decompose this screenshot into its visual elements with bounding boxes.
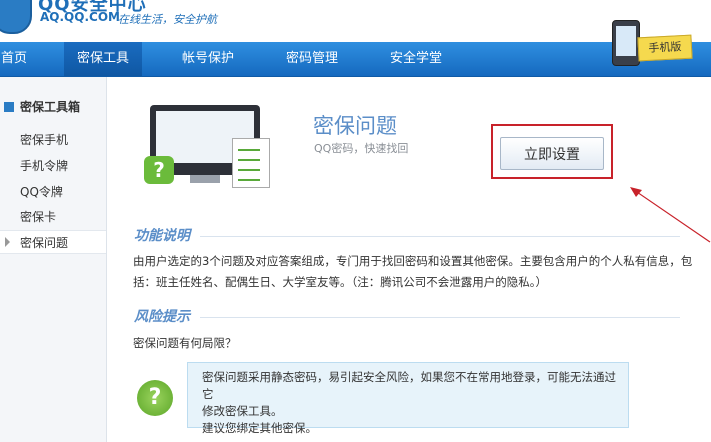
notice-line-3: 建议您绑定其他密保。 xyxy=(202,421,317,435)
mobile-version-label: 手机版 xyxy=(637,34,693,62)
checklist-icon xyxy=(232,138,270,188)
sidebar-heading: 密保工具箱 xyxy=(0,98,106,115)
risk-question: 密保问题有何局限？ xyxy=(133,336,237,350)
site-url[interactable]: AQ.QQ.COM xyxy=(40,10,120,24)
nav-password-management[interactable]: 密码管理 xyxy=(272,42,352,76)
notice-line-1: 密保问题采用静态密码，易引起安全风险，如果您不在常用地登录，可能无法通过它 xyxy=(202,370,616,401)
function-description-line-1: 由用户选定的3个问题及对应答案组成，专门用于找回密码和设置其他密保。主要包含用户… xyxy=(133,254,693,268)
feature-subtitle: QQ密码，快速找回 xyxy=(314,142,409,155)
risk-heading: 风险提示 xyxy=(134,309,190,325)
question-bubble-icon: ? xyxy=(144,156,174,184)
sidebar-item-secure-phone[interactable]: 密保手机 xyxy=(0,128,106,152)
function-description-heading: 功能说明 xyxy=(134,228,190,244)
notice-line-2: 修改密保工具。 xyxy=(202,404,283,418)
sidebar-item-mobile-token[interactable]: 手机令牌 xyxy=(0,154,106,178)
phone-icon xyxy=(612,20,640,66)
question-mark-icon: ? xyxy=(137,380,173,416)
annotation-arrow-icon xyxy=(630,187,711,243)
toolbox-icon xyxy=(4,102,14,112)
nav-security-tools[interactable]: 密保工具 xyxy=(64,42,142,76)
nav-home[interactable]: 首页 xyxy=(0,42,34,76)
setup-now-button[interactable]: 立即设置 xyxy=(500,137,604,170)
section-divider xyxy=(200,317,680,318)
function-description-line-2: 括：班主任姓名、配偶生日、大学室友等。（注：腾讯公司不会泄露用户的隐私。） xyxy=(133,275,547,289)
nav-account-protection[interactable]: 帐号保护 xyxy=(168,42,248,76)
sidebar-item-security-card[interactable]: 密保卡 xyxy=(0,205,106,229)
section-divider xyxy=(200,236,680,237)
mobile-version-badge[interactable]: 手机版 xyxy=(602,20,698,68)
qq-shield-logo[interactable] xyxy=(0,0,32,34)
sidebar-item-security-question[interactable]: 密保问题 xyxy=(0,230,106,254)
security-question-illustration: ? xyxy=(140,100,280,196)
feature-title: 密保问题 xyxy=(313,114,397,138)
risk-notice-box: 密保问题采用静态密码，易引起安全风险，如果您不在常用地登录，可能无法通过它 修改… xyxy=(187,362,629,435)
active-arrow-icon xyxy=(5,237,10,247)
sidebar-item-qq-token[interactable]: QQ令牌 xyxy=(0,180,106,204)
nav-security-school[interactable]: 安全学堂 xyxy=(376,42,456,76)
site-slogan: 在线生活，安全护航 xyxy=(118,13,217,26)
sidebar: 密保工具箱 密保手机 手机令牌 QQ令牌 密保卡 密保问题 xyxy=(0,77,107,442)
